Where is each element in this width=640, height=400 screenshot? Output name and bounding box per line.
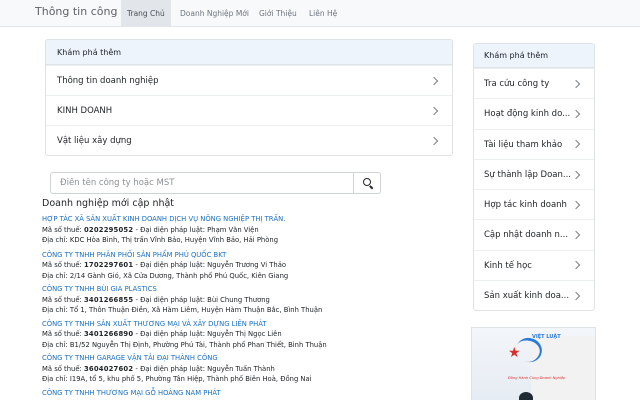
company-entry: CÔNG TY TNHH THƯƠNG MẠI GỖ HOÀNG NAM PHÁ… bbox=[42, 388, 452, 399]
nav-link-new-companies[interactable]: Doanh Nghiệp Mới bbox=[174, 0, 255, 27]
top-navbar: Thông tin công ty Trang Chủ Doanh Nghiệp… bbox=[0, 0, 640, 27]
sidebar-explore-card: Khám phá thêm Tra cứu công ty Hoạt động … bbox=[473, 43, 595, 311]
chevron-right-icon bbox=[429, 106, 439, 115]
sidebar-item[interactable]: Sự thành lập Doan... bbox=[474, 158, 594, 189]
explore-item-label: Vật liệu xây dựng bbox=[57, 136, 132, 146]
company-name-link[interactable]: CÔNG TY TNHH THƯƠNG MẠI GỖ HOÀNG NAM PHÁ… bbox=[42, 388, 452, 399]
tax-code: 3401266855 bbox=[83, 295, 134, 304]
new-companies-title: Doanh nghiệp mới cập nhật bbox=[42, 198, 175, 209]
chevron-right-icon bbox=[571, 200, 581, 210]
nav-link-about[interactable]: Giới Thiệu bbox=[253, 0, 303, 27]
sidebar-explore-header: Khám phá thêm bbox=[474, 44, 594, 68]
tax-code: 0202295052 bbox=[83, 225, 134, 234]
explore-more-header: Khám phá thêm bbox=[46, 40, 452, 65]
chevron-right-icon bbox=[571, 230, 581, 240]
company-tax-line: Mã số thuế: 0202295052 - Đại diện pháp l… bbox=[42, 225, 259, 234]
chevron-right-icon bbox=[571, 139, 581, 149]
sidebar-item[interactable]: Hoạt động kinh do... bbox=[474, 98, 594, 128]
company-entry: CÔNG TY TNHH PHÂN PHỐI SẢN PHẨM PHÚ QUỐC… bbox=[42, 250, 452, 282]
ad-tagline: Đồng Hành Cùng Doanh Nghiệp bbox=[508, 376, 566, 380]
ad-person-figure bbox=[519, 392, 533, 400]
explore-item-company-info[interactable]: Thông tin doanh nghiệp bbox=[46, 65, 452, 95]
search-icon bbox=[363, 178, 371, 186]
sidebar-item[interactable]: Tra cứu công ty bbox=[474, 68, 594, 98]
nav-link-contact[interactable]: Liên Hệ bbox=[303, 0, 343, 27]
company-name-link[interactable]: HỢP TÁC XÃ SẢN XUẤT KINH DOANH DỊCH VỤ N… bbox=[42, 214, 452, 225]
tax-code: 1702297601 bbox=[83, 261, 134, 269]
company-entry: CÔNG TY TNHH BÙI GIA PLASTICS Mã số thuế… bbox=[42, 284, 452, 316]
ad-brand-logo: VIỆT LUẬT bbox=[532, 334, 561, 340]
legal-rep: Bùi Chung Thương bbox=[207, 295, 270, 304]
sidebar-item[interactable]: Hợp tác kinh doanh bbox=[474, 189, 594, 219]
chevron-right-icon bbox=[571, 170, 581, 179]
legal-rep: Nguyễn Thị Ngọc Liên bbox=[207, 330, 282, 338]
explore-more-card: Khám phá thêm Thông tin doanh nghiệp KIN… bbox=[45, 39, 453, 156]
company-tax-line: Mã số thuế: 3604027602 - Đại diện pháp l… bbox=[42, 364, 275, 373]
chevron-right-icon bbox=[571, 291, 581, 300]
explore-item-label: Thông tin doanh nghiệp bbox=[57, 76, 159, 86]
company-tax-line: Mã số thuế: 3401266890 - Đại diện pháp l… bbox=[42, 330, 282, 338]
company-tax-line: Mã số thuế: 3401266855 - Đại diện pháp l… bbox=[42, 295, 270, 304]
company-search-input[interactable] bbox=[50, 172, 354, 194]
company-address: 2/14 Gành Gió, Xã Cửa Dương, Thành phố P… bbox=[69, 271, 289, 280]
site-brand[interactable]: Thông tin công ty bbox=[35, 5, 132, 18]
star-icon: ★ bbox=[508, 345, 521, 361]
sidebar-item[interactable]: Sản xuất kinh doa... bbox=[474, 280, 594, 310]
legal-rep: Nguyễn Trương Vi Thảo bbox=[207, 261, 287, 269]
company-entry: CÔNG TY TNHH GARAGE VẬN TẢI ĐẠI THÀNH CÔ… bbox=[42, 353, 452, 385]
chevron-right-icon bbox=[571, 109, 581, 119]
company-address: I19A, tổ 5, khu phố 5, Phường Tân Hiệp, … bbox=[69, 375, 312, 383]
company-name-link[interactable]: CÔNG TY TNHH GARAGE VẬN TẢI ĐẠI THÀNH CÔ… bbox=[42, 353, 452, 364]
company-address-line: Địa chỉ: I19A, tổ 5, khu phố 5, Phường T… bbox=[42, 375, 312, 383]
ad-banner[interactable]: ★ VIỆT LUẬT Đồng Hành Cùng Doanh Nghiệp bbox=[471, 327, 596, 400]
company-address-line: Địa chỉ: B1/52 Nguyễn Thị Định, Phường P… bbox=[42, 340, 327, 349]
sidebar-item[interactable]: Kinh tế học bbox=[474, 249, 594, 280]
explore-item-business[interactable]: KINH DOANH bbox=[46, 95, 452, 125]
legal-rep: Phạm Văn Viện bbox=[207, 225, 259, 234]
sidebar-item[interactable]: Cập nhật doanh n... bbox=[474, 219, 594, 249]
company-address: Tổ 1, Thôn Thuận Điền, Xã Hàm Liêm, Huyệ… bbox=[69, 306, 323, 314]
company-name-link[interactable]: CÔNG TY TNHH BÙI GIA PLASTICS bbox=[42, 284, 452, 295]
explore-item-label: KINH DOANH bbox=[57, 106, 113, 116]
search-button[interactable] bbox=[353, 172, 381, 194]
company-address-line: Địa chỉ: 2/14 Gành Gió, Xã Cửa Dương, Th… bbox=[42, 271, 289, 280]
company-address-line: Địa chỉ: Tổ 1, Thôn Thuận Điền, Xã Hàm L… bbox=[42, 306, 323, 314]
company-address: B1/52 Nguyễn Thị Định, Phường Phú Tài, T… bbox=[69, 340, 327, 349]
sidebar-item[interactable]: Tài liệu tham khảo bbox=[474, 128, 594, 159]
company-entry: HỢP TÁC XÃ SẢN XUẤT KINH DOANH DỊCH VỤ N… bbox=[42, 214, 452, 246]
nav-link-home[interactable]: Trang Chủ bbox=[121, 0, 171, 27]
company-name-link[interactable]: CÔNG TY TNHH SẢN XUẤT THƯƠNG MẠI VÀ XÂY … bbox=[42, 319, 452, 330]
chevron-right-icon bbox=[571, 79, 581, 88]
company-entry: CÔNG TY TNHH SẢN XUẤT THƯƠNG MẠI VÀ XÂY … bbox=[42, 319, 452, 351]
chevron-right-icon bbox=[571, 261, 581, 270]
legal-rep: Nguyễn Tuấn Thành bbox=[207, 364, 275, 373]
chevron-right-icon bbox=[429, 136, 439, 145]
chevron-right-icon bbox=[429, 76, 439, 85]
tax-code: 3604027602 bbox=[83, 364, 134, 373]
explore-item-building-materials[interactable]: Vật liệu xây dựng bbox=[46, 125, 452, 155]
company-tax-line: Mã số thuế: 1702297601 - Đại diện pháp l… bbox=[42, 261, 287, 269]
tax-code: 3401266890 bbox=[83, 330, 134, 338]
company-address: KDC Hòa Bình, Thị trấn Vĩnh Bảo, Huyện V… bbox=[69, 236, 279, 244]
company-address-line: Địa chỉ: KDC Hòa Bình, Thị trấn Vĩnh Bảo… bbox=[42, 236, 279, 244]
company-name-link[interactable]: CÔNG TY TNHH PHÂN PHỐI SẢN PHẨM PHÚ QUỐC… bbox=[42, 250, 452, 261]
